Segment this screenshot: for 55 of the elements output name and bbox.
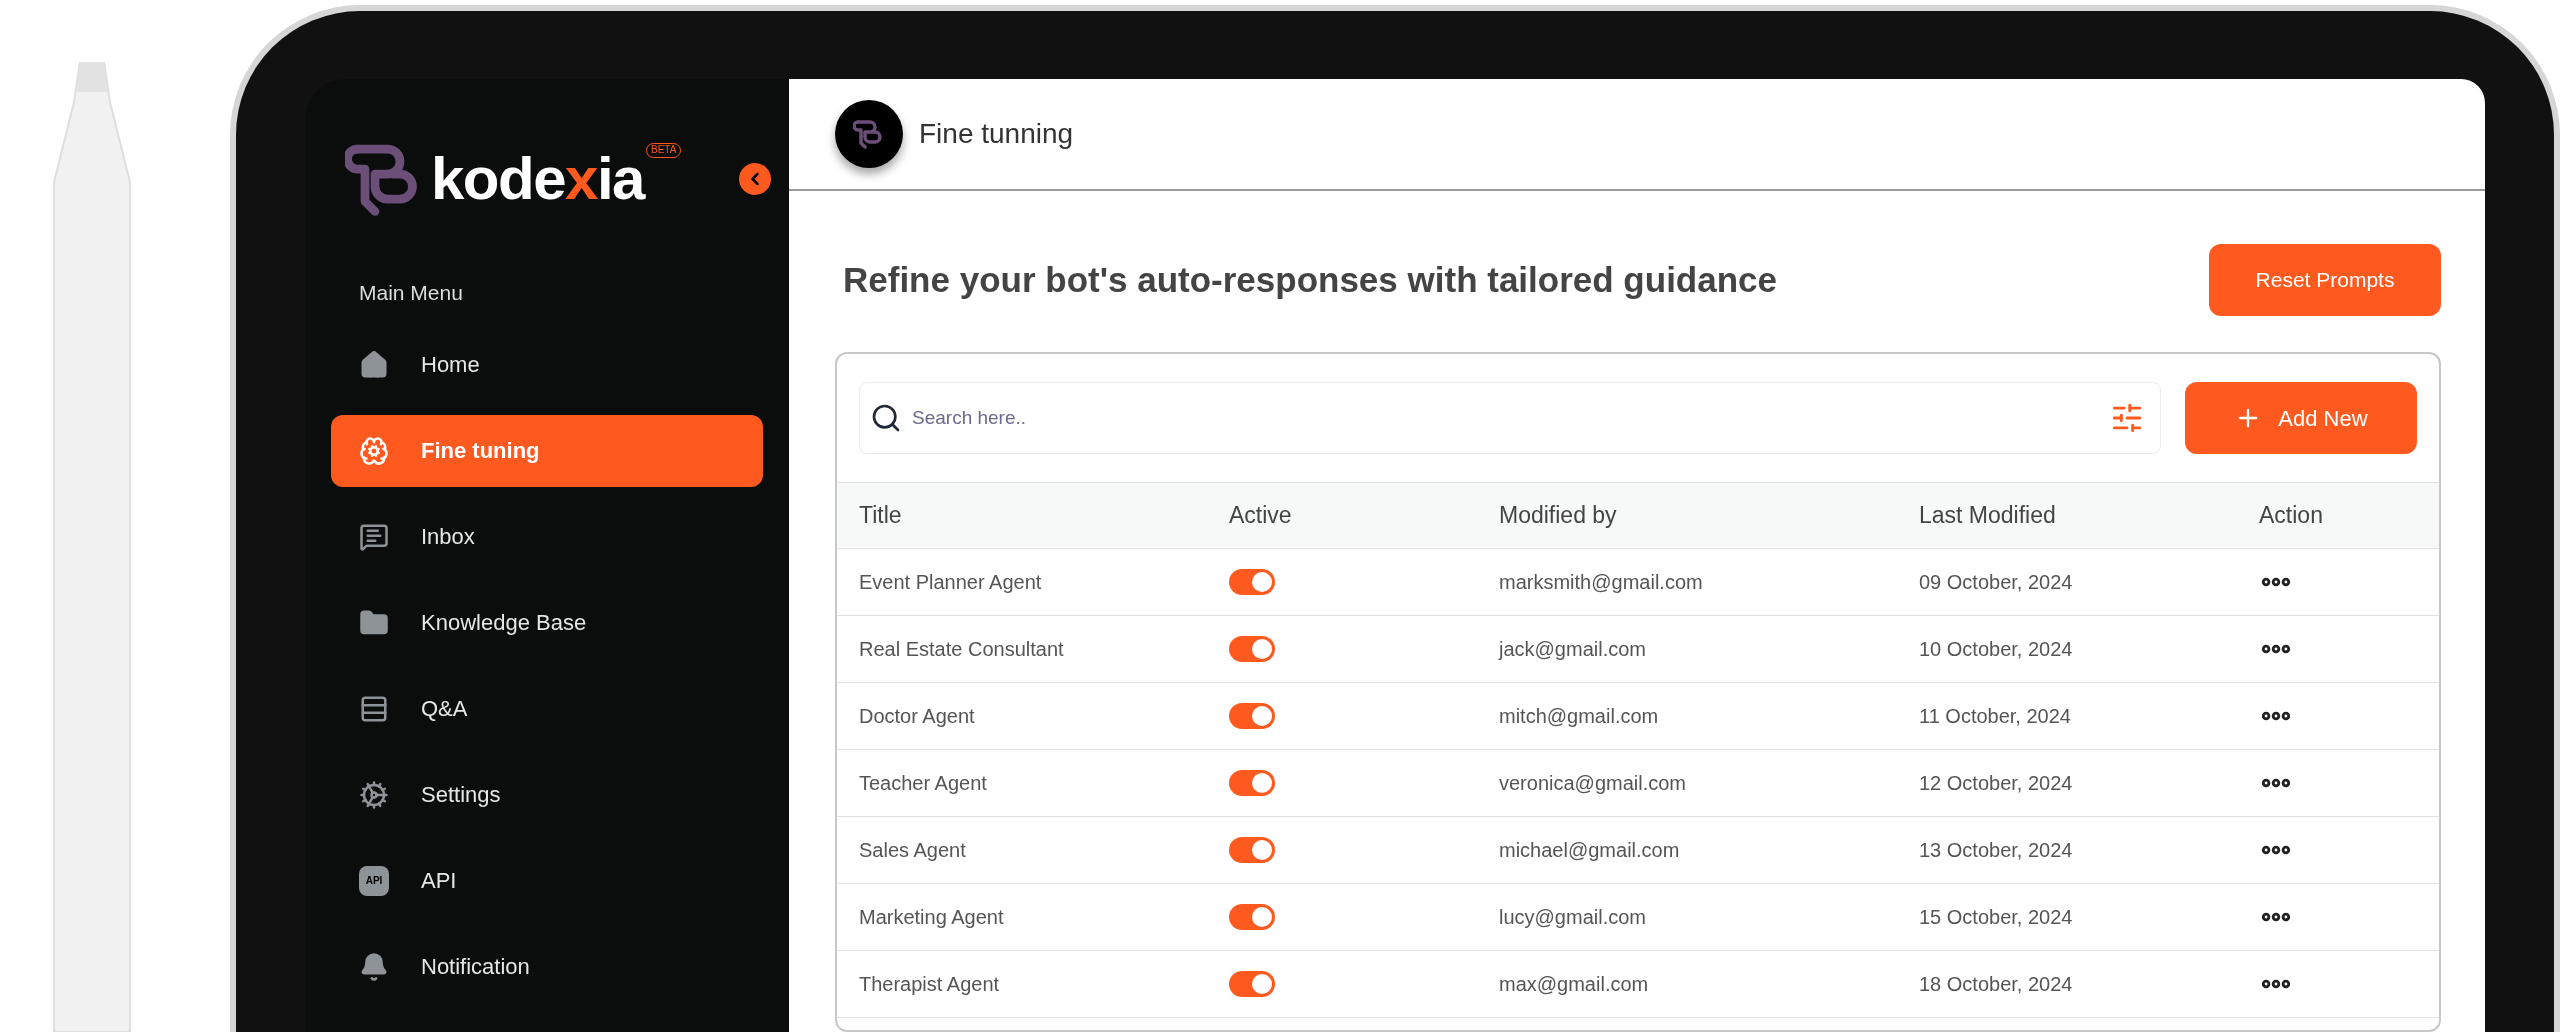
date-cell-text: 18 October, 2024 bbox=[1919, 972, 2074, 997]
head-gear-icon bbox=[359, 435, 389, 466]
toggle-switch[interactable] bbox=[1229, 971, 1275, 997]
menu-item[interactable]: Inbox bbox=[331, 500, 763, 573]
api-icon: API bbox=[359, 865, 389, 896]
toggle-switch[interactable] bbox=[1229, 569, 1275, 595]
date-cell-text: 15 October, 2024 bbox=[1919, 905, 2074, 930]
page-heading: Refine your bot's auto-responses with tailored guidance bbox=[843, 258, 1777, 301]
filter-icon[interactable] bbox=[2110, 401, 2144, 435]
bell-icon bbox=[359, 951, 389, 982]
settings-icon bbox=[359, 779, 389, 810]
toggle-switch[interactable] bbox=[1229, 770, 1275, 796]
email-cell-text: mitch@gmail.com bbox=[1499, 704, 1660, 729]
toggle-switch[interactable] bbox=[1229, 636, 1275, 662]
email-cell-text: marksmith@gmail.com bbox=[1499, 570, 1704, 595]
menu-item[interactable]: API API bbox=[331, 844, 763, 917]
email-cell-text: jack@gmail.com bbox=[1499, 637, 1647, 662]
date-cell-text: 12 October, 2024 bbox=[1919, 771, 2074, 796]
toggle-switch[interactable] bbox=[1229, 703, 1275, 729]
search-field[interactable]: Search here.. bbox=[912, 403, 2110, 433]
column-header: Action bbox=[2259, 501, 2324, 531]
email-cell-text: max@gmail.com bbox=[1499, 972, 1650, 997]
date-cell-text: 11 October, 2024 bbox=[1919, 704, 2072, 729]
section-label: Main Menu bbox=[358, 280, 464, 306]
title-cell-text: Real Estate Consultant bbox=[859, 637, 1065, 662]
date-cell-text: 09 October, 2024 bbox=[1919, 570, 2074, 595]
column-header: Active bbox=[1229, 501, 1293, 531]
email-cell-text: veronica@gmail.com bbox=[1499, 771, 1688, 796]
date-cell-text: 13 October, 2024 bbox=[1919, 838, 2074, 863]
search-bar[interactable]: Search here.. bbox=[859, 382, 2161, 454]
logo-wordmark: kodexia bbox=[431, 149, 644, 209]
title-cell-text: Marketing Agent bbox=[859, 905, 1005, 930]
title-cell-text: Therapist Agent bbox=[859, 972, 1001, 997]
collapse-button[interactable] bbox=[739, 163, 771, 195]
search-icon bbox=[870, 402, 902, 434]
column-header: Modified by bbox=[1499, 501, 1618, 531]
page-title: Fine tunning bbox=[919, 117, 1074, 151]
email-cell-text: lucy@gmail.com bbox=[1499, 905, 1647, 930]
menu-item[interactable]: Q&A bbox=[331, 672, 763, 745]
title-cell-text: Sales Agent bbox=[859, 838, 967, 863]
menu-item[interactable]: Settings bbox=[331, 758, 763, 831]
menu-item[interactable]: Notification bbox=[331, 930, 763, 1003]
menu-item[interactable]: Home bbox=[331, 328, 763, 401]
column-header: Last Modified bbox=[1919, 501, 2057, 531]
title-cell-text: Teacher Agent bbox=[859, 771, 988, 796]
toggle-switch[interactable] bbox=[1229, 904, 1275, 930]
toggle-switch[interactable] bbox=[1229, 837, 1275, 863]
title-cell-text: Doctor Agent bbox=[859, 704, 976, 729]
logo-icon bbox=[853, 118, 885, 150]
date-cell-text: 10 October, 2024 bbox=[1919, 637, 2074, 662]
title-cell-text: Event Planner Agent bbox=[859, 570, 1043, 595]
column-header: Title bbox=[859, 501, 903, 531]
menu-item[interactable]: Knowledge Base bbox=[331, 586, 763, 659]
email-cell-text: michael@gmail.com bbox=[1499, 838, 1681, 863]
home-icon bbox=[359, 349, 389, 380]
